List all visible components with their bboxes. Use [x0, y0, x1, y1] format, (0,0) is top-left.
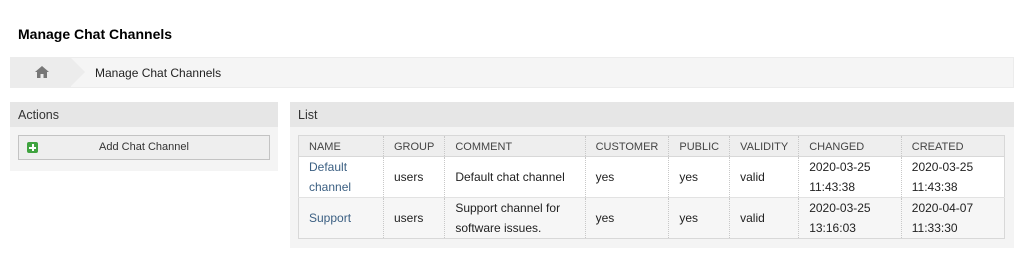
table-row[interactable]: Support users Support channel for softwa…: [298, 197, 1005, 239]
cell-name: Default channel: [299, 157, 384, 198]
cell-changed: 2020-03-25 11:43:38: [798, 156, 902, 198]
page-title: Manage Chat Channels: [18, 26, 173, 42]
cell-comment: Support channel for software issues.: [444, 197, 586, 239]
cell-created: 2020-03-25 11:43:38: [900, 156, 1005, 198]
actions-panel: Add Chat Channel: [10, 127, 278, 171]
add-chat-channel-button[interactable]: Add Chat Channel: [18, 135, 270, 160]
cell-group: users: [382, 197, 445, 239]
channel-link[interactable]: Default channel: [309, 160, 351, 194]
column-header-customer[interactable]: CUSTOMER: [584, 135, 669, 157]
cell-public: yes: [668, 156, 730, 198]
column-header-validity[interactable]: VALIDITY: [729, 135, 799, 157]
cell-customer: yes: [584, 156, 669, 198]
cell-comment: Default chat channel: [444, 156, 586, 198]
actions-header: Actions: [10, 102, 278, 127]
breadcrumb: Manage Chat Channels: [10, 57, 1014, 88]
cell-name: Support: [298, 197, 384, 239]
list-header: List: [290, 102, 1014, 127]
column-header-group[interactable]: GROUP: [382, 135, 445, 157]
cell-group: users: [382, 156, 445, 198]
add-chat-channel-label: Add Chat Channel: [99, 141, 189, 153]
plus-icon: [27, 142, 38, 153]
cell-created: 2020-04-07 11:33:30: [900, 197, 1005, 239]
column-header-created[interactable]: CREATED: [900, 135, 1005, 157]
cell-validity: valid: [729, 156, 799, 198]
breadcrumb-current: Manage Chat Channels: [95, 66, 222, 80]
channel-link[interactable]: Support: [309, 211, 351, 225]
cell-validity: valid: [729, 197, 799, 239]
cell-changed: 2020-03-25 13:16:03: [798, 197, 902, 239]
table-header-row: NAME GROUP COMMENT CUSTOMER PUBLIC VALID…: [298, 135, 1005, 157]
breadcrumb-home[interactable]: [11, 58, 85, 87]
list-panel: NAME GROUP COMMENT CUSTOMER PUBLIC VALID…: [290, 127, 1014, 248]
channels-table: NAME GROUP COMMENT CUSTOMER PUBLIC VALID…: [298, 135, 1005, 239]
column-header-comment[interactable]: COMMENT: [444, 135, 586, 157]
column-header-name[interactable]: NAME: [298, 135, 384, 157]
table-row[interactable]: Default channel users Default chat chann…: [299, 156, 1005, 198]
cell-customer: yes: [584, 197, 669, 239]
column-header-public[interactable]: PUBLIC: [668, 135, 730, 157]
home-icon: [35, 66, 49, 78]
cell-public: yes: [668, 197, 730, 239]
column-header-changed[interactable]: CHANGED: [798, 135, 902, 157]
